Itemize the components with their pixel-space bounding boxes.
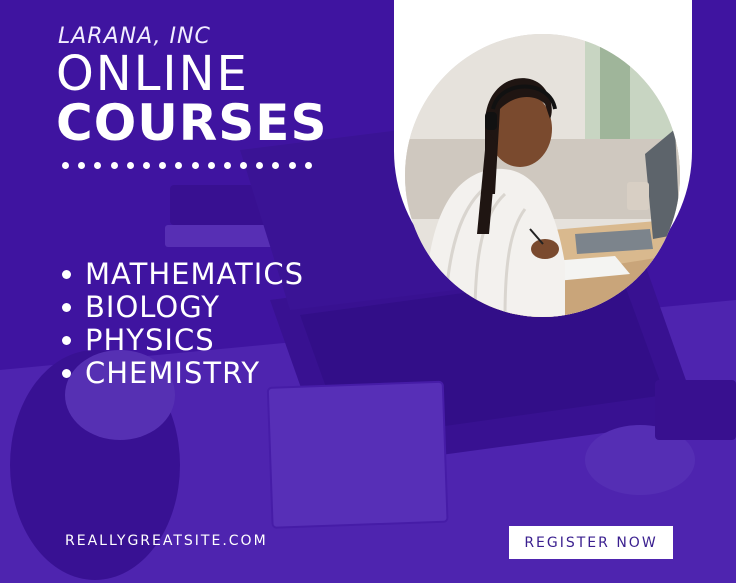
dotted-divider [62,160,312,170]
list-item: BIOLOGY [62,291,304,324]
bullet-icon [62,303,71,312]
course-list: MATHEMATICS BIOLOGY PHYSICS CHEMISTRY [62,258,304,390]
bullet-icon [62,336,71,345]
title-online: ONLINE [56,46,249,102]
bullet-icon [62,369,71,378]
list-item: MATHEMATICS [62,258,304,291]
list-item: CHEMISTRY [62,357,304,390]
course-label: CHEMISTRY [85,356,261,390]
course-label: BIOLOGY [85,290,220,324]
student-photo [405,34,680,317]
register-now-button[interactable]: REGISTER NOW [509,526,673,559]
poster: LARANA, INC ONLINE COURSES MATHEMATICS B… [0,0,736,583]
title-courses: COURSES [56,94,328,152]
list-item: PHYSICS [62,324,304,357]
bullet-icon [62,270,71,279]
website-link[interactable]: REALLYGREATSITE.COM [65,533,268,549]
course-label: PHYSICS [85,323,215,357]
course-label: MATHEMATICS [85,257,304,291]
